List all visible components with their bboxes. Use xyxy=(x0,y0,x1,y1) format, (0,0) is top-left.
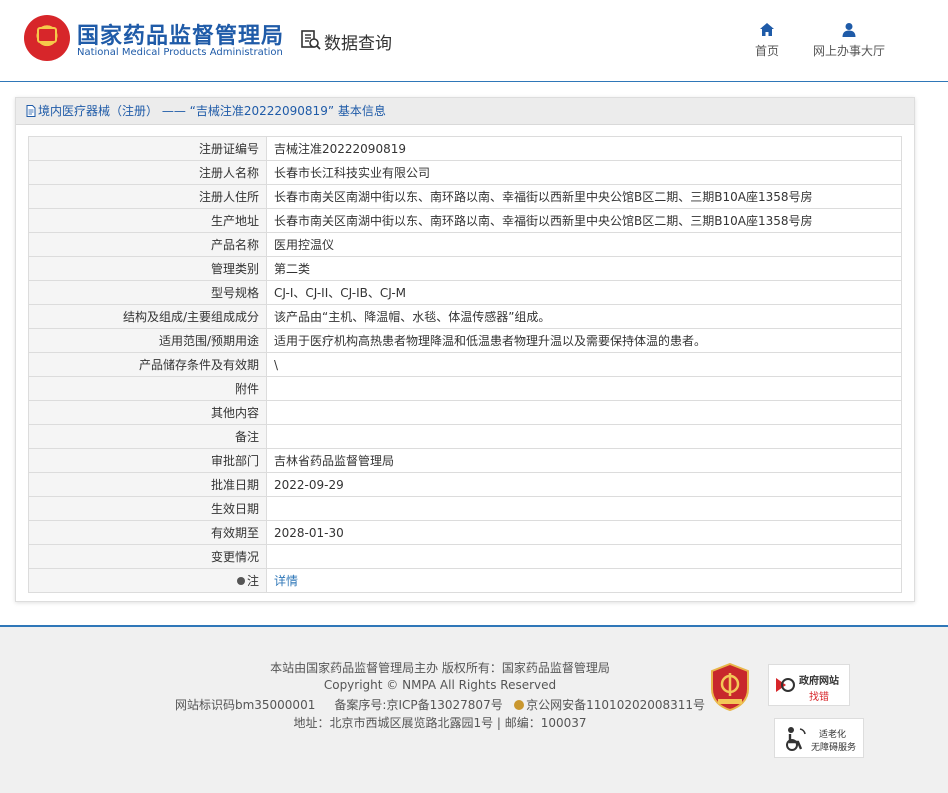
row-label: 生效日期 xyxy=(28,496,267,521)
row-value xyxy=(266,424,902,449)
table-row: 其他内容 xyxy=(28,400,902,425)
row-value: CJ-I、CJ-II、CJ-IB、CJ-M xyxy=(266,280,902,305)
row-value: 吉林省药品监督管理局 xyxy=(266,448,902,473)
table-row: 管理类别 第二类 xyxy=(28,256,902,281)
row-value: 长春市南关区南湖中街以东、南环路以南、幸福街以西新里中央公馆B区二期、三期B10… xyxy=(266,184,902,209)
footer-icp-link[interactable]: 备案序号:京ICP备13027807号 xyxy=(334,698,502,712)
row-label: 管理类别 xyxy=(28,256,267,281)
table-row: 附件 xyxy=(28,376,902,401)
national-emblem-logo[interactable] xyxy=(24,15,70,61)
row-label: 批准日期 xyxy=(28,472,267,497)
row-label: 有效期至 xyxy=(28,520,267,545)
table-row: 批准日期 2022-09-29 xyxy=(28,472,902,497)
row-label: 产品名称 xyxy=(28,232,267,257)
bulb-icon xyxy=(236,577,245,585)
row-value: 适用于医疗机构高热患者物理降温和低温患者物理升温以及需要保持体温的患者。 xyxy=(266,328,902,353)
table-row: 型号规格 CJ-I、CJ-II、CJ-IB、CJ-M xyxy=(28,280,902,305)
row-value: 第二类 xyxy=(266,256,902,281)
table-row: 结构及组成/主要组成成分 该产品由“主机、降温帽、水毯、体温传感器”组成。 xyxy=(28,304,902,329)
footer-site-id: 网站标识码bm35000001 xyxy=(174,698,316,712)
nav-online-service-hall[interactable]: 网上办事大厅 xyxy=(805,22,893,59)
footer-sponsor: 本站由国家药品监督管理局主办 版权所有：国家药品监督管理局 xyxy=(270,661,610,675)
row-label: 生产地址 xyxy=(28,208,267,233)
table-row: 生效日期 xyxy=(28,496,902,521)
data-query-link[interactable]: 数据查询 xyxy=(324,29,392,54)
row-value xyxy=(266,376,902,401)
wheelchair-icon xyxy=(786,727,806,751)
footer-registration-line: 网站标识码bm35000001 备案序号:京ICP备13027807号 京公网安… xyxy=(150,696,730,713)
row-label: 注册人名称 xyxy=(28,160,267,185)
row-label: 型号规格 xyxy=(28,280,267,305)
footer-address: 地址：北京市西城区展览路北露园1号 | 邮编：100037 xyxy=(293,716,587,730)
badge-acc-sub: 无障碍服务 xyxy=(811,743,857,753)
footer-police-link[interactable]: 京公网安备11010202008311号 xyxy=(526,698,705,712)
error-report-icon xyxy=(776,678,795,692)
row-value: 2022-09-29 xyxy=(266,472,902,497)
badge-find-sub: 找错 xyxy=(809,692,829,703)
row-value xyxy=(266,496,902,521)
badge-acc-title: 适老化 xyxy=(819,730,847,740)
row-value: 2028-01-30 xyxy=(266,520,902,545)
row-label: 备注 xyxy=(28,424,267,449)
row-value: 医用控温仪 xyxy=(266,232,902,257)
table-row: 注 详情 xyxy=(28,568,902,593)
row-label-note: 注 xyxy=(28,568,267,593)
row-label: 适用范围/预期用途 xyxy=(28,328,267,353)
panel-title: 境内医疗器械（注册） —— “吉械注准20222090819” 基本信息 xyxy=(38,104,386,118)
brand-name-en[interactable]: National Medical Products Administration xyxy=(77,47,283,58)
table-row: 适用范围/预期用途 适用于医疗机构高热患者物理降温和低温患者物理升温以及需要保持体… xyxy=(28,328,902,353)
note-label: 注 xyxy=(246,574,259,588)
accessibility-service-badge[interactable]: 适老化 无障碍服务 xyxy=(774,718,864,758)
footer-copyright: Copyright © NMPA All Rights Reserved xyxy=(323,678,557,692)
row-value: 长春市长江科技实业有限公司 xyxy=(266,160,902,185)
home-icon xyxy=(760,23,774,36)
site-footer: 本站由国家药品监督管理局主办 版权所有：国家药品监督管理局 Copyright … xyxy=(0,625,948,793)
row-label: 结构及组成/主要组成成分 xyxy=(28,304,267,329)
document-icon xyxy=(26,105,36,117)
row-label: 注册人住所 xyxy=(28,184,267,209)
table-row: 注册人名称 长春市长江科技实业有限公司 xyxy=(28,160,902,185)
table-row: 有效期至 2028-01-30 xyxy=(28,520,902,545)
table-row: 变更情况 xyxy=(28,544,902,569)
row-value: 详情 xyxy=(266,568,902,593)
device-info-panel: 境内医疗器械（注册） —— “吉械注准20222090819” 基本信息 注册证… xyxy=(15,97,915,602)
panel-title-bar: 境内医疗器械（注册） —— “吉械注准20222090819” 基本信息 xyxy=(16,98,914,125)
info-table-wrap: 注册证编号 吉械注准20222090819 注册人名称 长春市长江科技实业有限公司 … xyxy=(28,136,902,593)
table-row: 注册证编号 吉械注准20222090819 xyxy=(28,136,902,161)
row-label: 产品储存条件及有效期 xyxy=(28,352,267,377)
brand-name-cn[interactable]: 国家药品监督管理局 xyxy=(77,18,284,50)
site-header: 国家药品监督管理局 National Medical Products Admi… xyxy=(0,0,948,82)
row-label: 附件 xyxy=(28,376,267,401)
gov-site-error-report-badge[interactable]: 政府网站 找错 xyxy=(768,664,850,706)
row-value xyxy=(266,400,902,425)
info-table: 注册证编号 吉械注准20222090819 注册人名称 长春市长江科技实业有限公司 … xyxy=(28,136,902,593)
nav-home-label: 首页 xyxy=(754,44,779,58)
table-row: 产品储存条件及有效期 \ xyxy=(28,352,902,377)
row-value: 吉械注准20222090819 xyxy=(266,136,902,161)
row-value: 长春市南关区南湖中街以东、南环路以南、幸福街以西新里中央公馆B区二期、三期B10… xyxy=(266,208,902,233)
row-label: 审批部门 xyxy=(28,448,267,473)
party-gov-emblem-icon[interactable] xyxy=(710,663,750,711)
user-icon xyxy=(842,23,856,37)
table-row: 审批部门 吉林省药品监督管理局 xyxy=(28,448,902,473)
details-link[interactable]: 详情 xyxy=(274,574,298,588)
data-query-icon[interactable] xyxy=(300,29,322,51)
table-row: 生产地址 长春市南关区南湖中街以东、南环路以南、幸福街以西新里中央公馆B区二期、三… xyxy=(28,208,902,233)
table-row: 产品名称 医用控温仪 xyxy=(28,232,902,257)
police-badge-icon xyxy=(514,700,525,710)
table-row: 备注 xyxy=(28,424,902,449)
table-row: 注册人住所 长春市南关区南湖中街以东、南环路以南、幸福街以西新里中央公馆B区二期、… xyxy=(28,184,902,209)
row-value xyxy=(266,544,902,569)
row-value: \ xyxy=(266,352,902,377)
row-label: 其他内容 xyxy=(28,400,267,425)
badge-find-title: 政府网站 xyxy=(799,676,839,687)
row-value: 该产品由“主机、降温帽、水毯、体温传感器”组成。 xyxy=(266,304,902,329)
nav-home[interactable]: 首页 xyxy=(748,22,786,59)
nav-hall-label: 网上办事大厅 xyxy=(812,44,885,58)
row-label: 注册证编号 xyxy=(28,136,267,161)
row-label: 变更情况 xyxy=(28,544,267,569)
